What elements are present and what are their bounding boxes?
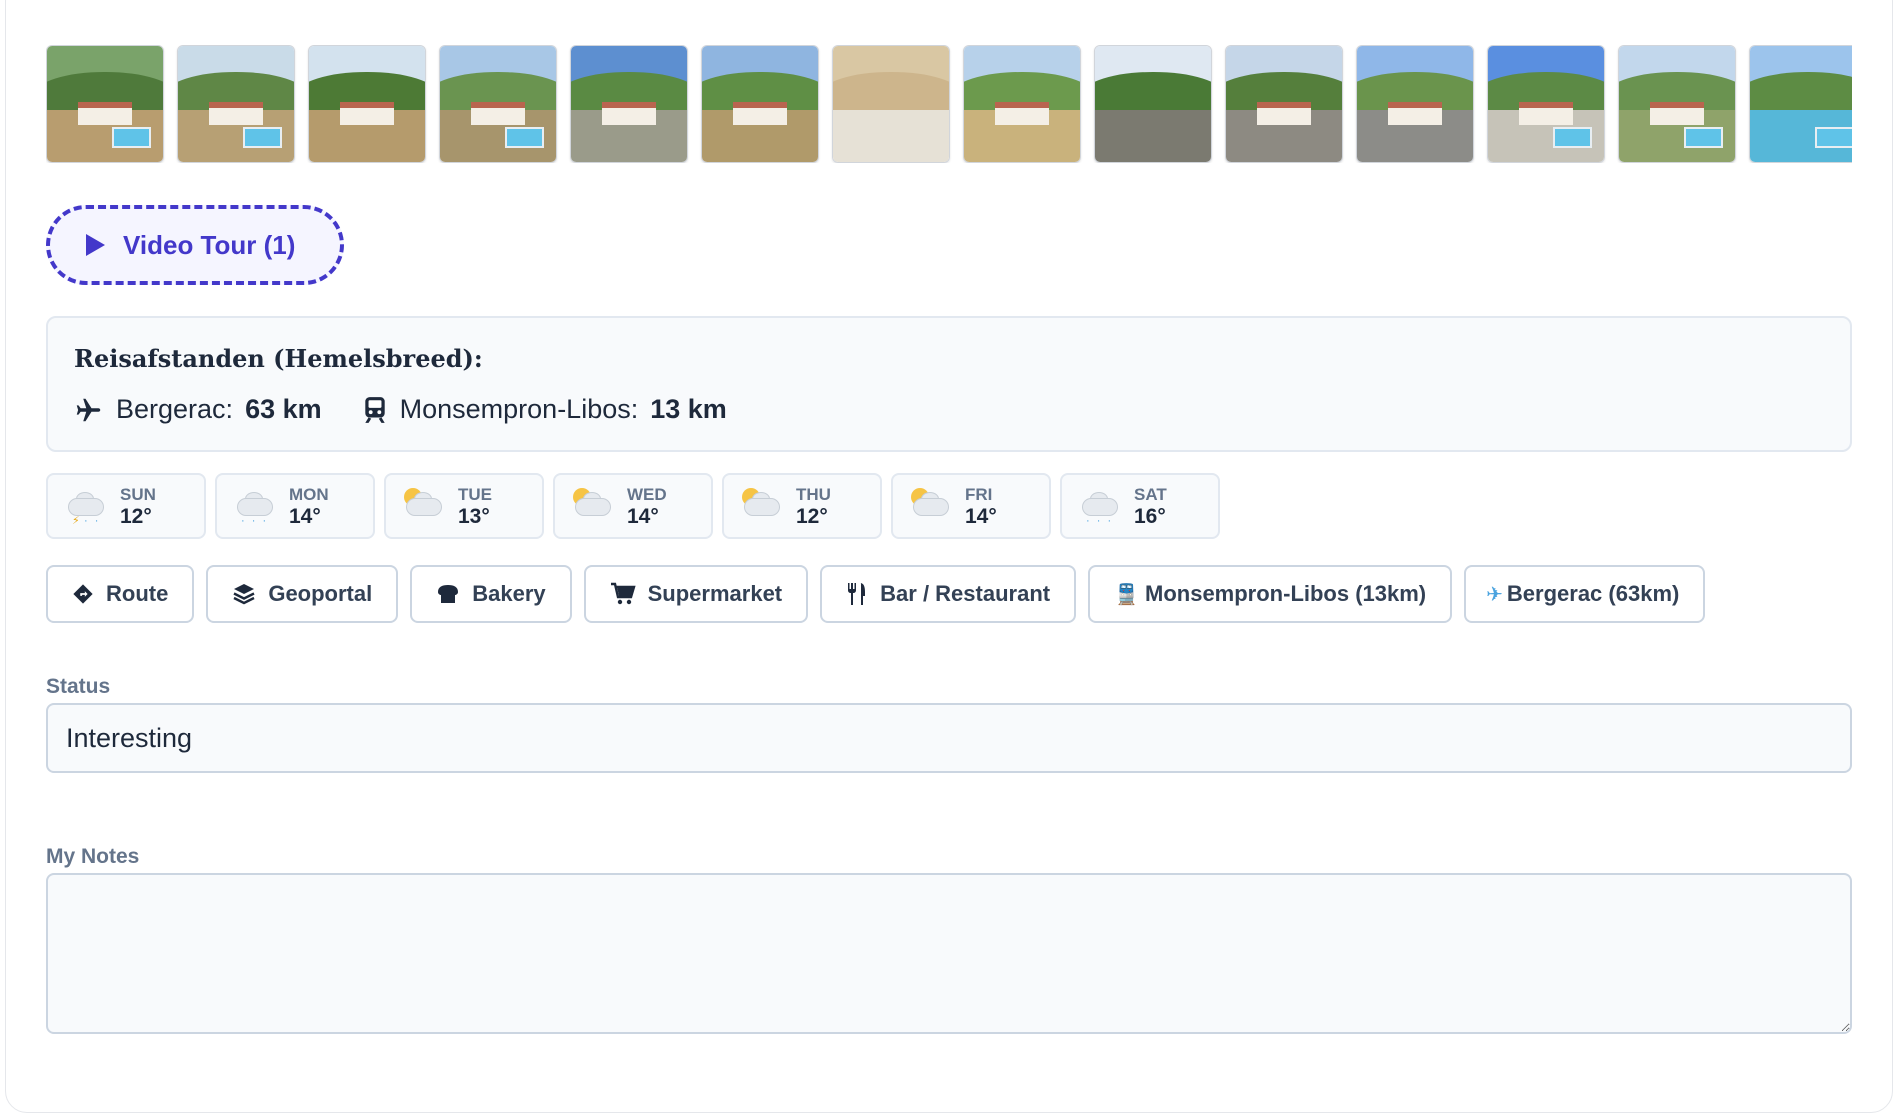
- train-emoji-icon: 🚆: [1114, 583, 1139, 606]
- airport-distance: Bergerac: 63 km: [74, 394, 322, 425]
- weather-temp: 14°: [965, 505, 997, 528]
- route-icon: [73, 584, 93, 604]
- gallery-thumbnail[interactable]: [1225, 45, 1343, 163]
- gallery-thumbnail[interactable]: [1749, 45, 1852, 163]
- route-button[interactable]: Route: [46, 565, 195, 623]
- weather-day-label: THU: [796, 485, 831, 504]
- rain-thunder-icon: ⚡︎ · ·: [64, 486, 106, 527]
- airplane-icon: [76, 398, 101, 421]
- layers-icon: [233, 584, 255, 605]
- weather-day-sun: ⚡︎ · · SUN 12°: [46, 473, 206, 539]
- rain-icon: · · ·: [1078, 486, 1120, 527]
- station-name: Monsempron-Libos:: [399, 394, 639, 424]
- notes-textarea[interactable]: [46, 873, 1852, 1034]
- airport-name: Bergerac:: [116, 394, 234, 424]
- supermarket-label: Supermarket: [647, 581, 783, 606]
- gallery-thumbnail[interactable]: [177, 45, 295, 163]
- rain-icon: · · ·: [233, 486, 275, 527]
- weather-day-label: MON: [289, 485, 329, 504]
- weather-day-tue: TUE 13°: [384, 473, 544, 539]
- airport-link-label: Bergerac (63km): [1506, 581, 1680, 606]
- video-tour-label: Video Tour (1): [123, 229, 296, 260]
- sun-cloud-icon: [571, 486, 613, 526]
- gallery-thumbnail[interactable]: [1094, 45, 1212, 163]
- station-link-label: Monsempron-Libos (13km): [1145, 581, 1427, 606]
- weather-day-fri: FRI 14°: [891, 473, 1051, 539]
- geoportal-button[interactable]: Geoportal: [206, 565, 399, 623]
- status-select[interactable]: Interesting: [46, 703, 1852, 773]
- cart-icon: [610, 582, 636, 605]
- airplane-emoji-icon: ✈: [1486, 583, 1503, 606]
- gallery-thumbnail[interactable]: [1487, 45, 1605, 163]
- station-km: 13 km: [650, 394, 727, 424]
- status-label: Status: [46, 675, 111, 698]
- sun-cloud-icon: [740, 486, 782, 526]
- gallery-thumbnail[interactable]: [46, 45, 164, 163]
- airport-link-button[interactable]: ✈ Bergerac (63km): [1464, 565, 1706, 623]
- gallery-thumbnail[interactable]: [439, 45, 557, 163]
- distances-title: Reisafstanden (Hemelsbreed):: [74, 344, 483, 373]
- station-distance: Monsempron-Libos: 13 km: [362, 394, 727, 425]
- play-icon: [86, 234, 105, 256]
- weather-day-label: WED: [627, 485, 667, 504]
- sun-cloud-icon: [402, 486, 444, 526]
- geoportal-label: Geoportal: [268, 581, 373, 606]
- weather-temp: 14°: [627, 505, 659, 528]
- weather-day-sat: · · · SAT 16°: [1060, 473, 1220, 539]
- weather-day-label: TUE: [458, 485, 492, 504]
- weather-temp: 16°: [1134, 505, 1166, 528]
- supermarket-button[interactable]: Supermarket: [583, 565, 809, 623]
- bar-restaurant-label: Bar / Restaurant: [880, 581, 1051, 606]
- bakery-label: Bakery: [472, 581, 546, 606]
- notes-label: My Notes: [46, 845, 140, 868]
- weather-day-thu: THU 12°: [722, 473, 882, 539]
- train-icon: [364, 396, 385, 423]
- station-link-button[interactable]: 🚆 Monsempron-Libos (13km): [1088, 565, 1453, 623]
- weather-temp: 12°: [120, 505, 152, 528]
- gallery-thumbnail[interactable]: [701, 45, 819, 163]
- weather-temp: 12°: [796, 505, 828, 528]
- bread-icon: [438, 585, 459, 603]
- bar-restaurant-button[interactable]: Bar / Restaurant: [820, 565, 1077, 623]
- weather-temp: 14°: [289, 505, 321, 528]
- gallery-thumbnail[interactable]: [570, 45, 688, 163]
- bakery-button[interactable]: Bakery: [410, 565, 572, 623]
- weather-day-label: SAT: [1134, 485, 1167, 504]
- gallery-thumbnail[interactable]: [963, 45, 1081, 163]
- gallery-thumbnail[interactable]: [832, 45, 950, 163]
- photo-gallery: [46, 45, 1852, 163]
- distances-row: Bergerac: 63 km Monsempron-Libos: 13 km: [74, 394, 767, 425]
- travel-distances-panel: Reisafstanden (Hemelsbreed): Bergerac: 6…: [46, 316, 1852, 452]
- weather-day-label: SUN: [120, 485, 156, 504]
- weather-temp: 13°: [458, 505, 490, 528]
- route-label: Route: [106, 581, 169, 606]
- gallery-thumbnail[interactable]: [308, 45, 426, 163]
- weather-day-mon: · · · MON 14°: [215, 473, 375, 539]
- weather-forecast: ⚡︎ · · SUN 12° · · · MON 14° TUE 13° WED 14° THU 12°…: [46, 473, 1220, 539]
- sun-cloud-icon: [909, 486, 951, 526]
- gallery-thumbnail[interactable]: [1618, 45, 1736, 163]
- video-tour-button[interactable]: Video Tour (1): [46, 205, 344, 285]
- nearby-links: Route Geoportal Bakery Supermarket Bar /…: [46, 565, 1706, 623]
- airport-km: 63 km: [245, 394, 322, 424]
- weather-day-label: FRI: [965, 485, 993, 504]
- gallery-thumbnail[interactable]: [1356, 45, 1474, 163]
- weather-day-wed: WED 14°: [553, 473, 713, 539]
- utensils-icon: [848, 583, 866, 605]
